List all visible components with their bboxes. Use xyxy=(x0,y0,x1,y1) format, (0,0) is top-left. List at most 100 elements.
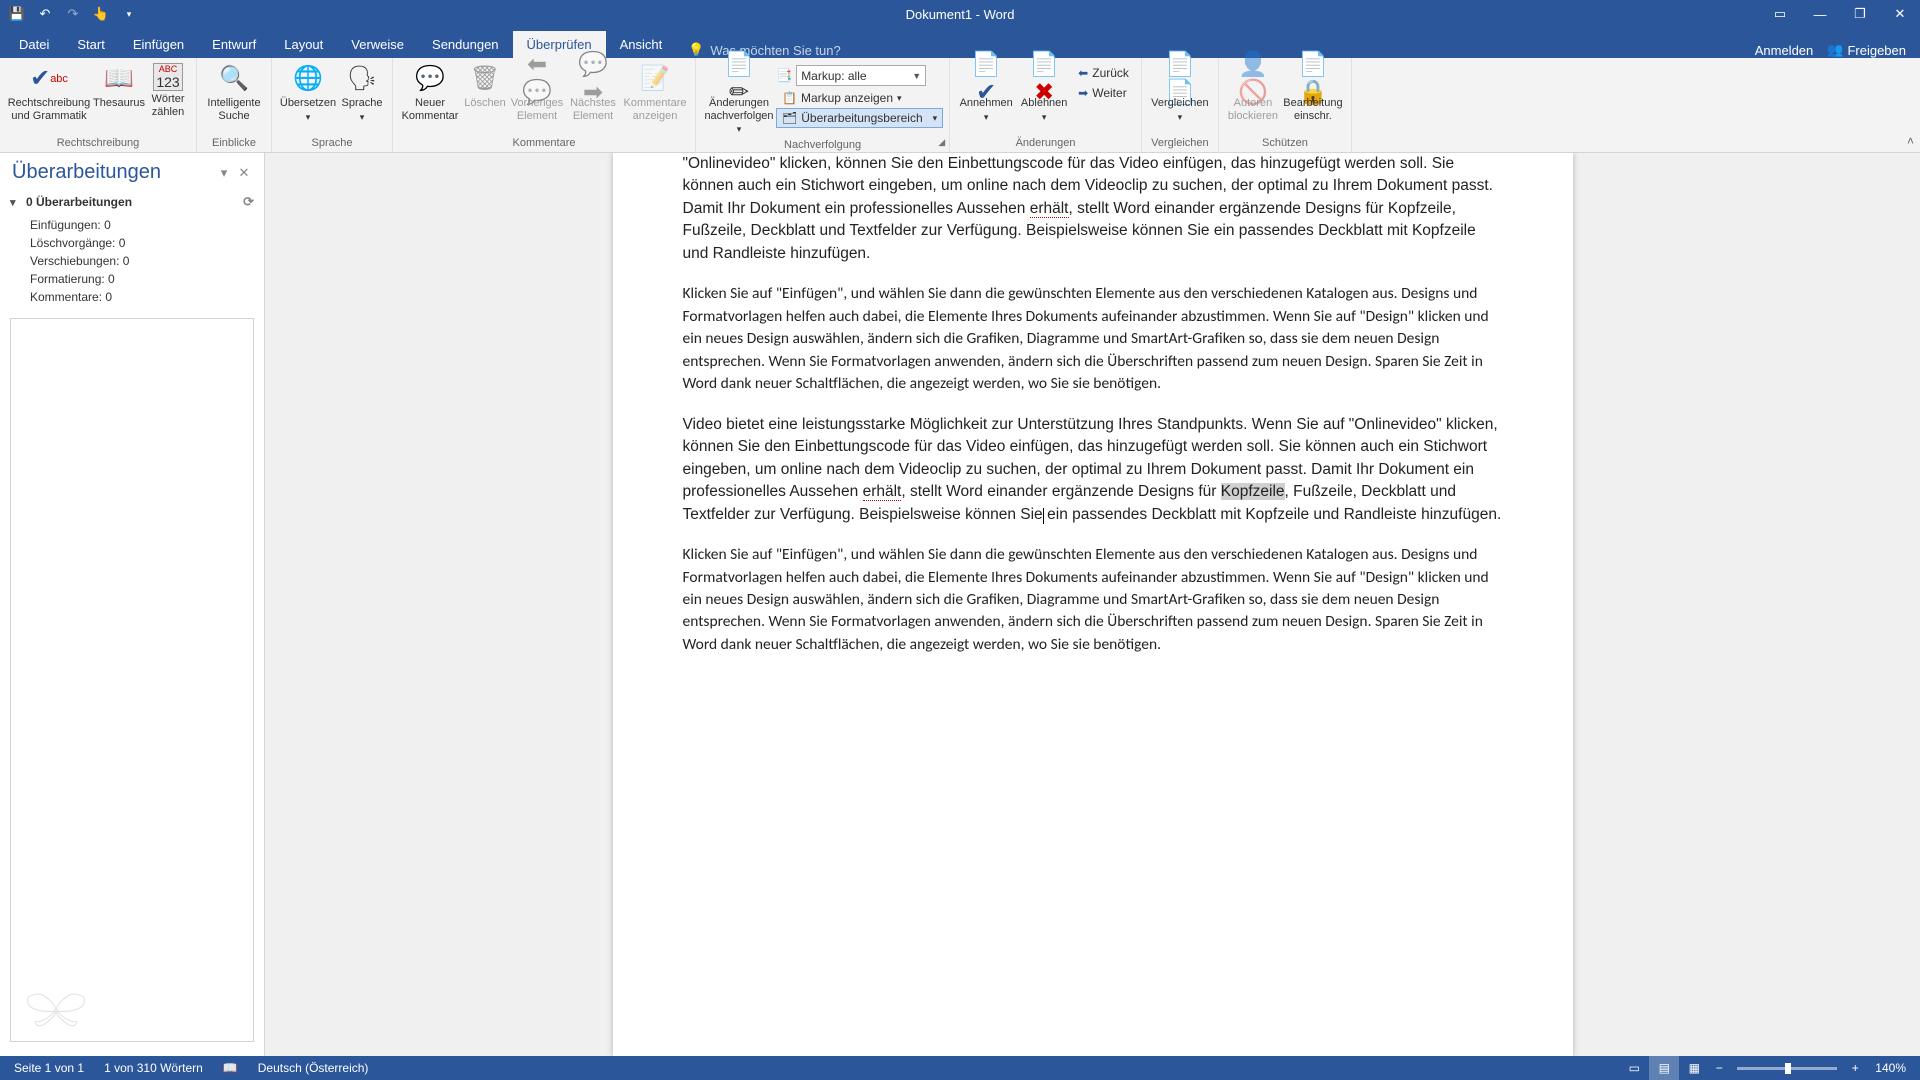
paragraph[interactable]: Klicken Sie auf "Einfügen", und wählen S… xyxy=(683,283,1503,395)
quick-access-toolbar: 💾 ↶ ↷ 👆 ▾ xyxy=(0,3,140,25)
status-wordcount[interactable]: 1 von 310 Wörtern xyxy=(94,1056,213,1080)
revisions-pane-close[interactable]: ✕ xyxy=(234,163,254,183)
group-language-label: Sprache xyxy=(278,135,386,152)
view-web-layout[interactable]: ▦ xyxy=(1679,1056,1709,1080)
close-button[interactable]: ✕ xyxy=(1880,0,1920,28)
thesaurus-button[interactable]: 📖 Thesaurus xyxy=(92,61,146,112)
ribbon-tabs: Datei Start Einfügen Entwurf Layout Verw… xyxy=(0,28,1920,58)
group-compare: 📄📄 Vergleichen ▾ Vergleichen xyxy=(1142,58,1219,152)
tab-layout[interactable]: Layout xyxy=(270,31,337,58)
zoom-slider[interactable] xyxy=(1737,1067,1837,1070)
maximize-button[interactable]: ❐ xyxy=(1840,0,1880,28)
spellcheck-button[interactable]: ✔abc Rechtschreibung und Grammatik xyxy=(6,61,92,124)
restrict-editing-button[interactable]: 📄🔒 Bearbeitung einschr. xyxy=(1281,61,1345,124)
tab-start[interactable]: Start xyxy=(63,31,118,58)
reviewing-pane-icon: 🗂 xyxy=(782,111,797,125)
tab-design[interactable]: Entwurf xyxy=(198,31,270,58)
undo-button[interactable]: ↶ xyxy=(34,3,56,25)
accept-label: Annehmen xyxy=(960,97,1013,110)
status-language[interactable]: Deutsch (Österreich) xyxy=(248,1056,379,1080)
titlebar: 💾 ↶ ↷ 👆 ▾ Dokument1 - Word ▭ — ❐ ✕ xyxy=(0,0,1920,28)
document-area[interactable]: "Onlinevideo" klicken, können Sie den Ei… xyxy=(265,153,1920,1056)
paragraph[interactable]: Klicken Sie auf "Einfügen", und wählen S… xyxy=(683,544,1503,656)
thesaurus-icon: 📖 xyxy=(103,63,135,95)
chevron-down-icon: ▾ xyxy=(360,112,365,122)
revisions-refresh-button[interactable]: ⟳ xyxy=(243,194,254,210)
tab-insert[interactable]: Einfügen xyxy=(119,31,198,58)
prev-comment-button: ⬅💬 Vorheriges Element xyxy=(509,61,565,124)
status-page[interactable]: Seite 1 von 1 xyxy=(4,1056,94,1080)
zoom-level[interactable]: 140% xyxy=(1865,1061,1916,1075)
previous-change-button[interactable]: ⬅ Zurück xyxy=(1072,63,1135,83)
group-protect-label: Schützen xyxy=(1225,135,1345,152)
show-markup-button[interactable]: 📋 Markup anzeigen ▾ xyxy=(776,88,943,108)
tracking-launcher[interactable]: ◢ xyxy=(938,137,945,148)
revisions-summary-row: ▾ 0 Überarbeitungen ⟳ xyxy=(0,190,264,216)
smart-lookup-button[interactable]: 🔍 Intelligente Suche xyxy=(203,61,265,124)
spellcheck-icon: ✔abc xyxy=(33,63,65,95)
wordcount-label: Wörter zählen xyxy=(148,93,188,118)
zoom-thumb[interactable] xyxy=(1785,1063,1791,1074)
redo-button[interactable]: ↷ xyxy=(62,3,84,25)
paragraph[interactable]: "Onlinevideo" klicken, können Sie den Ei… xyxy=(683,153,1503,265)
chevron-down-icon: ▾ xyxy=(1178,112,1183,122)
compare-label: Vergleichen xyxy=(1151,97,1209,110)
revisions-pane-options[interactable]: ▾ xyxy=(214,163,234,183)
qat-customize[interactable]: ▾ xyxy=(118,3,140,25)
zoom-out-button[interactable]: − xyxy=(1709,1061,1729,1075)
reject-label: Ablehnen xyxy=(1021,97,1068,110)
reviewing-pane-button[interactable]: 🗂 Überarbeitungsbereich ▾ xyxy=(776,108,943,128)
collapse-ribbon-button[interactable]: ˄ xyxy=(1907,134,1914,148)
next-comment-button: 💬➡ Nächstes Element xyxy=(565,61,621,124)
group-changes-label: Änderungen xyxy=(956,135,1135,152)
view-print-layout[interactable]: ▤ xyxy=(1649,1056,1679,1080)
new-comment-button[interactable]: 💬 Neuer Kommentar xyxy=(399,61,461,124)
wordcount-button[interactable]: ABC123 Wörter zählen xyxy=(146,61,190,120)
spelling-error[interactable]: erhält xyxy=(1030,200,1069,218)
save-button[interactable]: 💾 xyxy=(6,3,28,25)
revisions-moves: Verschiebungen: 0 xyxy=(30,252,254,270)
reject-button[interactable]: 📄✖ Ablehnen ▾ xyxy=(1016,61,1072,124)
tab-file[interactable]: Datei xyxy=(5,31,63,58)
chevron-down-icon: ▼ xyxy=(912,71,921,81)
share-button[interactable]: 👥Freigeben xyxy=(1827,42,1906,58)
track-changes-button[interactable]: 📄✏ Änderungen nachverfolgen ▾ xyxy=(702,61,776,137)
next-change-button[interactable]: ➡ Weiter xyxy=(1072,83,1135,103)
revisions-formatting: Formatierung: 0 xyxy=(30,270,254,288)
zoom-in-button[interactable]: + xyxy=(1845,1061,1865,1075)
markup-display-combo[interactable]: Markup: alle ▼ xyxy=(796,65,926,86)
compare-button[interactable]: 📄📄 Vergleichen ▾ xyxy=(1148,61,1212,124)
paragraph[interactable]: Video bietet eine leistungsstarke Möglic… xyxy=(683,414,1503,526)
status-proofing-icon[interactable]: 📖 xyxy=(213,1056,248,1080)
translate-button[interactable]: 🌐 Übersetzen ▾ xyxy=(278,61,338,124)
statusbar: Seite 1 von 1 1 von 310 Wörtern 📖 Deutsc… xyxy=(0,1056,1920,1080)
tab-references[interactable]: Verweise xyxy=(337,31,418,58)
page[interactable]: "Onlinevideo" klicken, können Sie den Ei… xyxy=(613,153,1573,1056)
chevron-down-icon: ▾ xyxy=(306,112,311,122)
prev-comment-label: Vorheriges Element xyxy=(511,97,564,122)
touch-mode-button[interactable]: 👆 xyxy=(90,3,112,25)
delete-comment-label: Löschen xyxy=(464,97,506,110)
accept-button[interactable]: 📄✔ Annehmen ▾ xyxy=(956,61,1016,124)
translate-icon: 🌐 xyxy=(292,63,324,95)
main-area: Überarbeitungen ▾ ✕ ▾ 0 Überarbeitungen … xyxy=(0,153,1920,1056)
wordcount-icon: ABC123 xyxy=(153,63,183,91)
spelling-error[interactable]: erhält xyxy=(863,483,902,501)
translate-label: Übersetzen xyxy=(280,97,336,110)
language-button[interactable]: 🗣 Sprache ▾ xyxy=(338,61,386,124)
chevron-down-icon: ▾ xyxy=(897,93,902,104)
ribbon-display-button[interactable]: ▭ xyxy=(1760,0,1800,28)
tracking-options: 📑 Markup: alle ▼ 📋 Markup anzeigen ▾ 🗂 Ü… xyxy=(776,61,943,128)
minimize-button[interactable]: — xyxy=(1800,0,1840,28)
tab-view[interactable]: Ansicht xyxy=(606,31,677,58)
revisions-collapse-toggle[interactable]: ▾ xyxy=(10,196,26,209)
tell-me-search[interactable]: 💡 Was möchten Sie tun? xyxy=(676,42,853,58)
revisions-counts: Einfügungen: 0 Löschvorgänge: 0 Verschie… xyxy=(0,216,264,312)
group-comments-label: Kommentare xyxy=(399,135,689,152)
tab-mailings[interactable]: Sendungen xyxy=(418,31,513,58)
view-read-mode[interactable]: ▭ xyxy=(1619,1056,1649,1080)
share-label: Freigeben xyxy=(1847,43,1906,58)
selected-text[interactable]: Kopfzeile xyxy=(1221,483,1285,500)
signin-link[interactable]: Anmelden xyxy=(1755,43,1814,58)
revisions-deletions: Löschvorgänge: 0 xyxy=(30,234,254,252)
